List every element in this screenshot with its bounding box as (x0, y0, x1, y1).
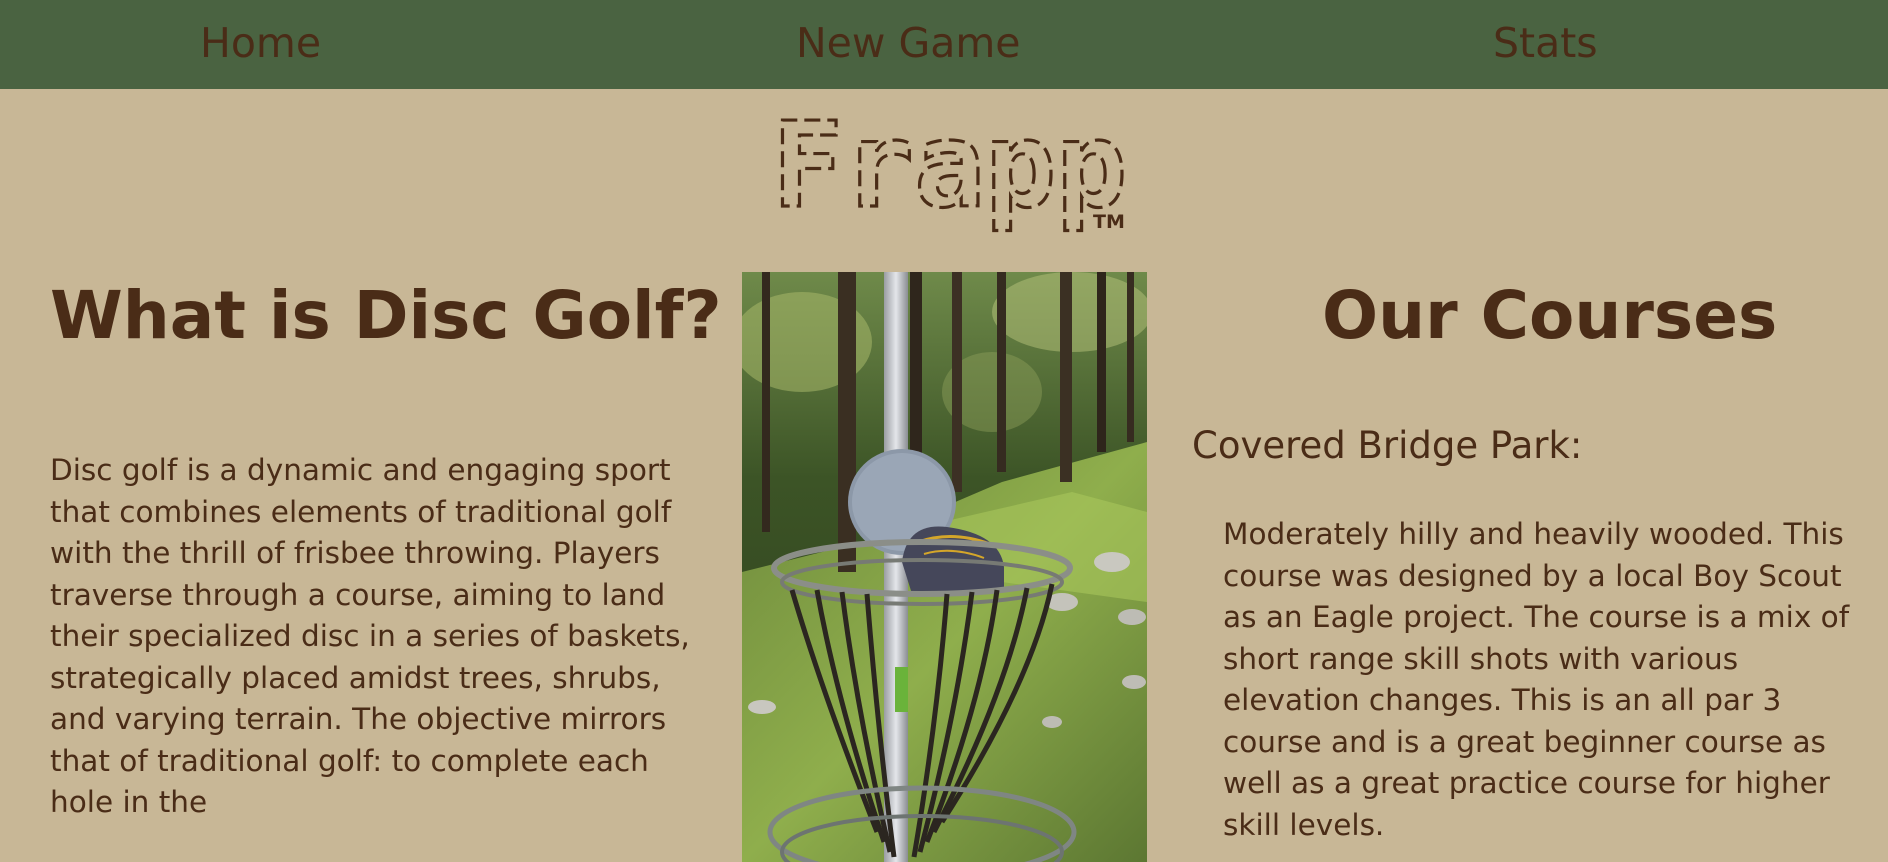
logo-trademark: TM (1093, 211, 1125, 233)
nav-new-game-link[interactable]: New Game (796, 18, 1021, 68)
course-description: Moderately hilly and heavily wooded. Thi… (1223, 517, 1850, 842)
top-nav: Home New Game Stats (0, 0, 1888, 89)
disc-golf-description: Disc golf is a dynamic and engaging spor… (50, 453, 690, 819)
disc-golf-basket-photo (742, 272, 1147, 862)
our-courses-heading: Our Courses (1322, 277, 1778, 354)
basket-photo-illustration (742, 272, 1147, 862)
course-name-covered-bridge: Covered Bridge Park: (1192, 424, 1583, 467)
frapp-logo: Frapp TM (770, 94, 1130, 236)
disc-golf-heading: What is Disc Golf? (50, 277, 722, 354)
nav-stats-link[interactable]: Stats (1493, 18, 1598, 68)
nav-home-link[interactable]: Home (200, 18, 321, 68)
logo-graphic: Frapp TM (770, 94, 1128, 235)
logo-text: Frapp (772, 104, 1127, 234)
